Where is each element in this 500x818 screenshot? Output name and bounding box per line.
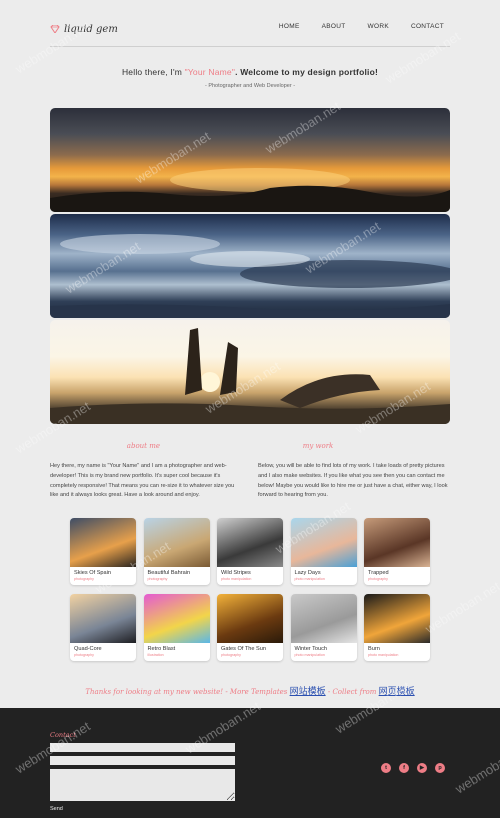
gallery-title: Winter Touch bbox=[294, 646, 328, 652]
about-heading: about me bbox=[126, 442, 160, 450]
intro-subtitle: - Photographer and Web Developer - bbox=[204, 83, 296, 89]
gallery-card[interactable]: Wild Stripes photo manipulation bbox=[217, 518, 283, 585]
greeting-prefix: Hello there, I'm bbox=[121, 67, 185, 77]
gallery-category: illustration bbox=[147, 653, 164, 657]
gallery-thumbnail bbox=[290, 594, 357, 643]
gallery-category: photo manipulation bbox=[368, 653, 399, 657]
gallery-category: photography bbox=[147, 577, 168, 581]
gallery-thumbnail bbox=[143, 594, 210, 643]
gallery-thumbnail bbox=[217, 594, 283, 643]
work-text: Below, you will be able to find lots of … bbox=[258, 463, 448, 499]
collect-text: - Collect from bbox=[327, 688, 379, 696]
gallery-title: Gates Of The Sun bbox=[221, 646, 266, 652]
webpage-templates-link[interactable]: 网页模板 bbox=[379, 687, 415, 697]
intro-name: "Your Name" bbox=[184, 67, 236, 77]
templates-link[interactable]: 网站模板 bbox=[290, 687, 326, 697]
gallery-title: Lazy Days bbox=[294, 570, 321, 576]
gallery-card[interactable]: Quad-Core photography bbox=[70, 594, 136, 661]
gallery-title: Wild Stripes bbox=[221, 570, 251, 576]
gallery-thumbnail bbox=[364, 518, 430, 567]
twitter-icon[interactable]: t bbox=[381, 763, 391, 773]
work-heading: my work bbox=[302, 442, 334, 450]
gallery-title: Skies Of Spain bbox=[74, 570, 111, 576]
gallery-thumbnail bbox=[70, 518, 136, 567]
gallery-card[interactable]: Trapped photography bbox=[364, 518, 430, 585]
logo-text: liquid gem bbox=[64, 23, 118, 35]
greeting-suffix: . Welcome to my design portfolio! bbox=[235, 67, 379, 77]
intro-section: Hello there, I'm "Your Name". Welcome to… bbox=[0, 67, 500, 89]
name-field[interactable] bbox=[50, 743, 235, 752]
social-links: t f ▶ p bbox=[381, 763, 445, 773]
gallery-thumbnail bbox=[143, 518, 210, 567]
intro-heading: Hello there, I'm "Your Name". Welcome to… bbox=[0, 67, 500, 77]
message-field[interactable] bbox=[50, 769, 235, 801]
about-text: Hey there, my name is "Your Name" and I … bbox=[50, 463, 235, 499]
gallery-title: Retro Blast bbox=[147, 646, 176, 652]
gallery-category: photography bbox=[74, 653, 94, 657]
about-section: about me Hey there, my name is "Your Nam… bbox=[50, 442, 240, 501]
gallery-category: photography bbox=[74, 577, 94, 581]
gallery-title: Quad-Core bbox=[74, 646, 102, 652]
pinterest-icon[interactable]: p bbox=[435, 763, 445, 773]
contact-heading: Contact bbox=[50, 731, 76, 739]
site-header: liquid gem HOME ABOUT WORK CONTACT bbox=[50, 0, 450, 47]
gem-icon bbox=[50, 20, 60, 38]
main-nav: HOME ABOUT WORK CONTACT bbox=[279, 23, 444, 30]
banner-cloudy-sky bbox=[50, 214, 450, 318]
gallery-title: Trapped bbox=[368, 570, 389, 576]
gallery-thumbnail bbox=[217, 518, 283, 567]
footer: Contact Send t f ▶ p bbox=[0, 708, 500, 818]
gallery-category: photography bbox=[221, 653, 241, 657]
gallery-category: photo manipulation bbox=[221, 577, 252, 581]
gallery-thumbnail bbox=[70, 594, 136, 643]
gallery-category: photography bbox=[368, 577, 388, 581]
gallery-category: photo manipulation bbox=[294, 577, 325, 581]
gallery-thumbnail bbox=[364, 594, 430, 643]
portfolio-gallery: Skies Of Spain photography Beautiful Bahra… bbox=[70, 518, 430, 661]
logo[interactable]: liquid gem bbox=[50, 20, 118, 38]
nav-contact[interactable]: CONTACT bbox=[411, 23, 444, 30]
nav-work[interactable]: WORK bbox=[368, 23, 389, 30]
gallery-card[interactable]: Gates Of The Sun photography bbox=[217, 594, 283, 661]
watermark-text: webmoban.net bbox=[422, 578, 500, 637]
thanks-text: Thanks for looking at my new website! - … bbox=[85, 688, 288, 696]
banner-sunset-mountains bbox=[50, 108, 450, 212]
youtube-icon[interactable]: ▶ bbox=[417, 763, 427, 773]
facebook-icon[interactable]: f bbox=[399, 763, 409, 773]
gallery-card[interactable]: Beautiful Bahrain photography bbox=[143, 518, 210, 585]
work-section: my work Below, you will be able to find … bbox=[258, 442, 448, 501]
banner-driftwood-sunset bbox=[50, 320, 450, 424]
gallery-category: photo manipulation bbox=[294, 653, 325, 657]
thanks-line: Thanks for looking at my new website! - … bbox=[0, 684, 500, 697]
gallery-card[interactable]: Skies Of Spain photography bbox=[70, 518, 136, 585]
nav-about[interactable]: ABOUT bbox=[322, 23, 346, 30]
gallery-title: Burn bbox=[368, 646, 380, 652]
gallery-card[interactable]: Winter Touch photo manipulation bbox=[290, 594, 357, 661]
nav-home[interactable]: HOME bbox=[279, 23, 300, 30]
gallery-title: Beautiful Bahrain bbox=[147, 570, 191, 576]
email-field[interactable] bbox=[50, 756, 235, 765]
gallery-card[interactable]: Burn photo manipulation bbox=[364, 594, 430, 661]
gallery-card[interactable]: Retro Blast illustration bbox=[143, 594, 210, 661]
gallery-card[interactable]: Lazy Days photo manipulation bbox=[290, 518, 357, 585]
send-button[interactable]: Send bbox=[50, 806, 63, 812]
gallery-thumbnail bbox=[290, 518, 357, 567]
